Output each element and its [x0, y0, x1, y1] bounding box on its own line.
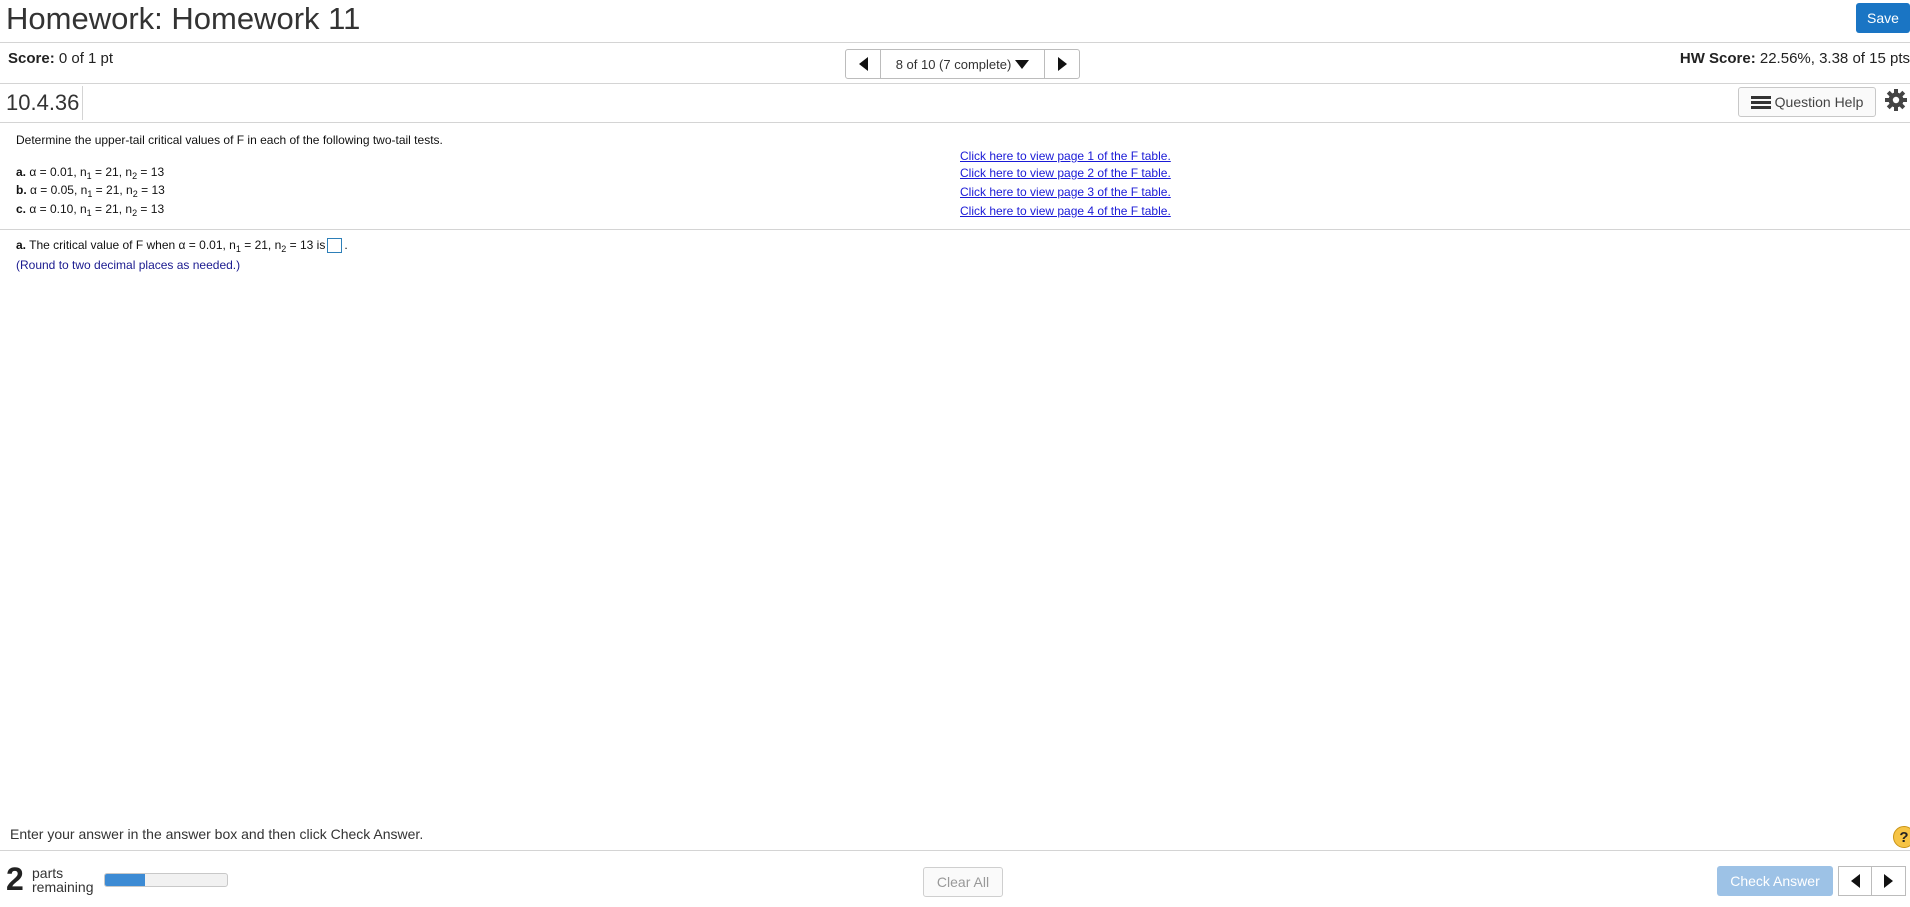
- previous-question-button[interactable]: [846, 50, 881, 78]
- question-select-dropdown[interactable]: 8 of 10 (7 complete): [881, 50, 1044, 78]
- score-divider: [0, 83, 1910, 84]
- clear-all-button[interactable]: Clear All: [923, 867, 1003, 897]
- next-question-button[interactable]: [1044, 50, 1079, 78]
- gear-icon[interactable]: [1884, 88, 1908, 112]
- answer-input[interactable]: [327, 238, 343, 254]
- f-table-page-1-link[interactable]: Click here to view page 1 of the F table…: [960, 149, 1171, 163]
- parts-remaining-label: parts remaining: [32, 865, 94, 895]
- parts-remaining-count: 2: [6, 861, 24, 897]
- page-title: Homework: Homework 11: [6, 1, 361, 36]
- chevron-right-icon: [1057, 57, 1067, 71]
- progress-fill: [105, 874, 146, 886]
- header-divider: [0, 42, 1910, 43]
- chevron-right-icon: [1884, 874, 1893, 888]
- question-number-divider: [82, 86, 83, 120]
- f-table-page-4-link[interactable]: Click here to view page 4 of the F table…: [960, 204, 1171, 218]
- question-help-label: Question Help: [1774, 94, 1864, 110]
- hw-score-display: HW Score: 22.56%, 3.38 of 15 pts: [1680, 44, 1910, 74]
- help-icon[interactable]: ?: [1893, 826, 1910, 848]
- chevron-left-icon: [858, 57, 868, 71]
- check-answer-button[interactable]: Check Answer: [1717, 866, 1833, 896]
- question-header-divider: [0, 122, 1910, 123]
- footer-previous-button[interactable]: [1838, 866, 1872, 896]
- answer-instruction: Enter your answer in the answer box and …: [10, 826, 424, 842]
- question-navigator: 8 of 10 (7 complete): [845, 49, 1080, 79]
- parts-progress-bar: [104, 873, 228, 887]
- question-position: 8 of 10 (7 complete): [895, 56, 1012, 72]
- chevron-left-icon: [1850, 874, 1860, 888]
- caret-down-icon: [1015, 59, 1030, 69]
- rounding-note: (Round to two decimal places as needed.): [16, 258, 241, 272]
- answer-statement: a. The critical value of F when α = 0.01…: [16, 238, 348, 254]
- f-table-page-3-link[interactable]: Click here to view page 3 of the F table…: [960, 185, 1171, 199]
- hw-score-value: 22.56%, 3.38 of 15 pts: [1759, 50, 1910, 67]
- question-item: c. α = 0.10, n1 = 21, n2 = 13: [16, 202, 165, 218]
- question-item: b. α = 0.05, n1 = 21, n2 = 13: [16, 183, 165, 199]
- hw-score-label: HW Score:: [1679, 50, 1756, 67]
- footer-divider: [0, 850, 1910, 851]
- score-display: Score: 0 of 1 pt: [8, 44, 113, 74]
- score-value: 0 of 1 pt: [58, 50, 114, 67]
- footer-navigator: [1838, 866, 1910, 896]
- question-prompt: Determine the upper-tail critical values…: [16, 133, 443, 147]
- answer-section-divider: [0, 229, 1910, 230]
- f-table-page-2-link[interactable]: Click here to view page 2 of the F table…: [960, 166, 1171, 180]
- question-number: 10.4.36: [6, 90, 80, 115]
- question-item: a. α = 0.01, n1 = 21, n2 = 13: [16, 165, 165, 181]
- save-button[interactable]: Save: [1856, 3, 1910, 33]
- question-help-button[interactable]: Question Help: [1738, 87, 1876, 117]
- score-label: Score:: [8, 50, 55, 67]
- footer-next-button[interactable]: [1872, 866, 1906, 896]
- list-icon: [1750, 95, 1771, 109]
